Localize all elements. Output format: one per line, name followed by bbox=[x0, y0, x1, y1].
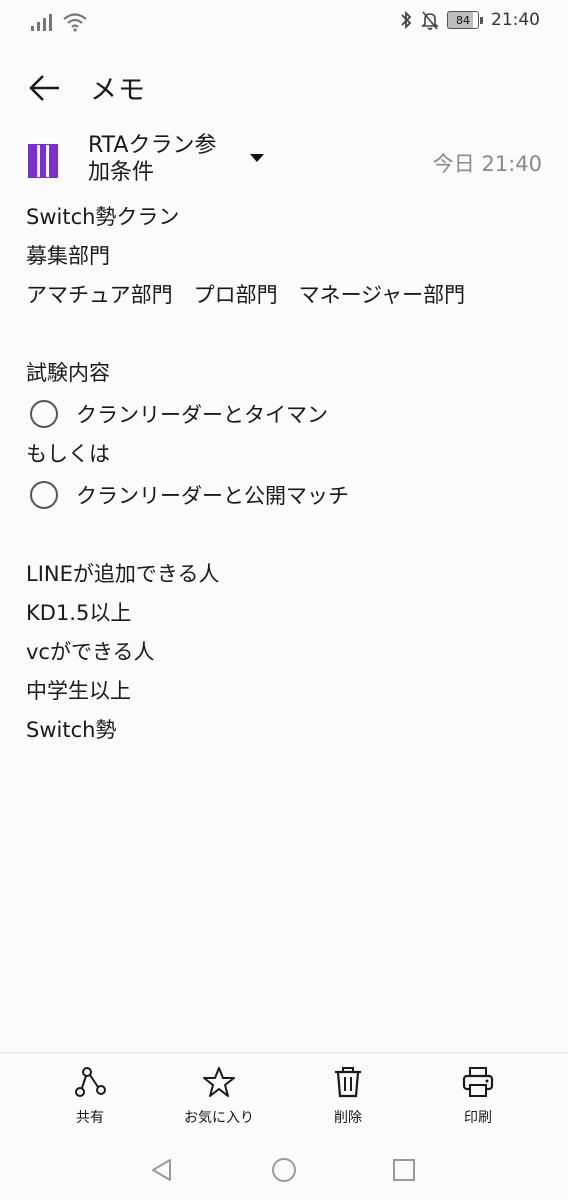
folder-selector[interactable]: RTAクラン参加条件 bbox=[88, 132, 238, 186]
recents-square-icon bbox=[393, 1159, 415, 1181]
status-left bbox=[30, 12, 88, 32]
note-timestamp: 今日 21:40 bbox=[432, 152, 542, 176]
note-line: KD1.5以上 bbox=[26, 601, 132, 625]
page-title: メモ bbox=[90, 75, 146, 106]
back-triangle-icon bbox=[152, 1159, 171, 1181]
app-header: メモ bbox=[0, 62, 568, 112]
print-button[interactable]: 印刷 bbox=[418, 1065, 538, 1127]
nav-back-button[interactable] bbox=[142, 1150, 182, 1190]
checklist-item: クランリーダーと公開マッチ bbox=[26, 474, 548, 516]
star-icon bbox=[202, 1065, 236, 1099]
printer-icon bbox=[461, 1065, 495, 1099]
bluetooth-icon bbox=[401, 10, 412, 30]
note-body[interactable]: Switch勢クラン 募集部門 アマチュア部門 プロ部門 マネージャー部門 試験… bbox=[26, 198, 548, 750]
note-line: 募集部門 bbox=[26, 244, 110, 268]
arrow-left-icon bbox=[29, 75, 59, 101]
note-line: アマチュア部門 プロ部門 マネージャー部門 bbox=[26, 283, 466, 307]
signal-icon bbox=[31, 14, 52, 31]
notebook-icon bbox=[28, 144, 58, 178]
checklist-item-label: クランリーダーと公開マッチ bbox=[76, 484, 349, 508]
note-header: RTAクラン参加条件 今日 21:40 bbox=[0, 132, 568, 192]
back-button[interactable] bbox=[22, 68, 66, 108]
delete-button[interactable]: 削除 bbox=[288, 1065, 408, 1127]
bottom-toolbar: 共有 お気に入り 削除 印刷 bbox=[0, 1052, 568, 1139]
share-button[interactable]: 共有 bbox=[30, 1065, 150, 1127]
checklist-item: クランリーダーとタイマン bbox=[26, 393, 548, 435]
note-line: Switch勢クラン bbox=[26, 205, 180, 229]
nav-home-button[interactable] bbox=[264, 1150, 304, 1190]
chevron-down-icon[interactable] bbox=[250, 154, 264, 162]
bell-off-icon bbox=[421, 11, 439, 30]
favorite-label: お気に入り bbox=[184, 1110, 254, 1126]
system-nav-bar bbox=[0, 1140, 568, 1200]
trash-icon bbox=[331, 1065, 365, 1099]
note-line: 試験内容 bbox=[26, 361, 110, 385]
status-bar: 84 21:40 bbox=[0, 0, 568, 46]
note-line: もしくは bbox=[26, 442, 110, 466]
checkbox-circle-icon[interactable] bbox=[30, 481, 58, 509]
note-line: LINEが追加できる人 bbox=[26, 562, 220, 586]
battery-icon: 84 bbox=[447, 11, 483, 29]
delete-label: 削除 bbox=[334, 1110, 362, 1126]
nav-recents-button[interactable] bbox=[384, 1150, 424, 1190]
home-circle-icon bbox=[272, 1158, 296, 1182]
status-right: 84 21:40 bbox=[399, 10, 540, 30]
note-line: vcができる人 bbox=[26, 640, 155, 664]
print-label: 印刷 bbox=[464, 1110, 492, 1126]
status-time: 21:40 bbox=[491, 10, 540, 30]
wifi-icon bbox=[63, 13, 87, 32]
battery-level: 84 bbox=[456, 13, 470, 27]
note-line: 中学生以上 bbox=[26, 679, 131, 703]
share-label: 共有 bbox=[76, 1110, 104, 1126]
share-icon bbox=[73, 1065, 107, 1099]
checkbox-circle-icon[interactable] bbox=[30, 400, 58, 428]
checklist-item-label: クランリーダーとタイマン bbox=[76, 403, 328, 427]
note-line: Switch勢 bbox=[26, 718, 117, 742]
favorite-button[interactable]: お気に入り bbox=[159, 1065, 279, 1127]
